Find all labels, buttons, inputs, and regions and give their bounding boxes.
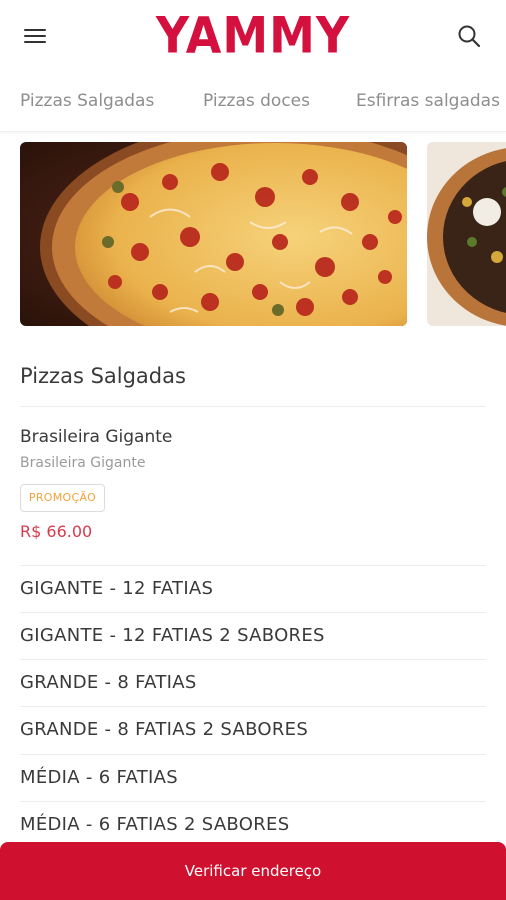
hamburger-menu-icon[interactable] (22, 24, 48, 48)
search-icon[interactable] (455, 22, 483, 50)
size-option-grande-8[interactable]: GRANDE - 8 FATIAS (20, 659, 486, 706)
tab-pizzas-salgadas[interactable]: Pizzas Salgadas (20, 91, 154, 111)
category-tabs: Pizzas Salgadas Pizzas doces Esfirras sa… (0, 74, 506, 132)
dark-pizza-image (427, 142, 506, 326)
product-description: Brasileira Gigante (20, 455, 146, 471)
size-option-gigante-12[interactable]: GIGANTE - 12 FATIAS (20, 565, 486, 612)
banner-dark-pizza[interactable] (427, 142, 506, 326)
section-title: Pizzas Salgadas (20, 364, 186, 388)
product-name: Brasileira Gigante (20, 427, 173, 447)
divider (20, 406, 486, 407)
product-price: R$ 66.00 (20, 522, 93, 541)
size-option-media-6-2-sabores[interactable]: MÉDIA - 6 FATIAS 2 SABORES (20, 801, 486, 848)
yammy-logo: YAMMY (155, 5, 351, 65)
pepperoni-pizza-image (20, 142, 407, 326)
size-option-gigante-12-2-sabores[interactable]: GIGANTE - 12 FATIAS 2 SABORES (20, 612, 486, 659)
tab-esfirras-salgadas[interactable]: Esfirras salgadas (356, 91, 500, 111)
app-header: YAMMY (0, 0, 506, 74)
banner-pepperoni-pizza[interactable] (20, 142, 407, 326)
size-option-media-6[interactable]: MÉDIA - 6 FATIAS (20, 754, 486, 801)
verify-address-button[interactable]: Verificar endereço (0, 842, 506, 900)
promo-badge: PROMOÇÃO (20, 484, 105, 512)
tab-pizzas-doces[interactable]: Pizzas doces (203, 91, 310, 111)
promo-banner-carousel (0, 142, 506, 328)
app-screen: YAMMY Pizzas Salgadas Pizzas doces Esfir… (0, 0, 506, 900)
size-option-grande-8-2-sabores[interactable]: GRANDE - 8 FATIAS 2 SABORES (20, 706, 486, 753)
